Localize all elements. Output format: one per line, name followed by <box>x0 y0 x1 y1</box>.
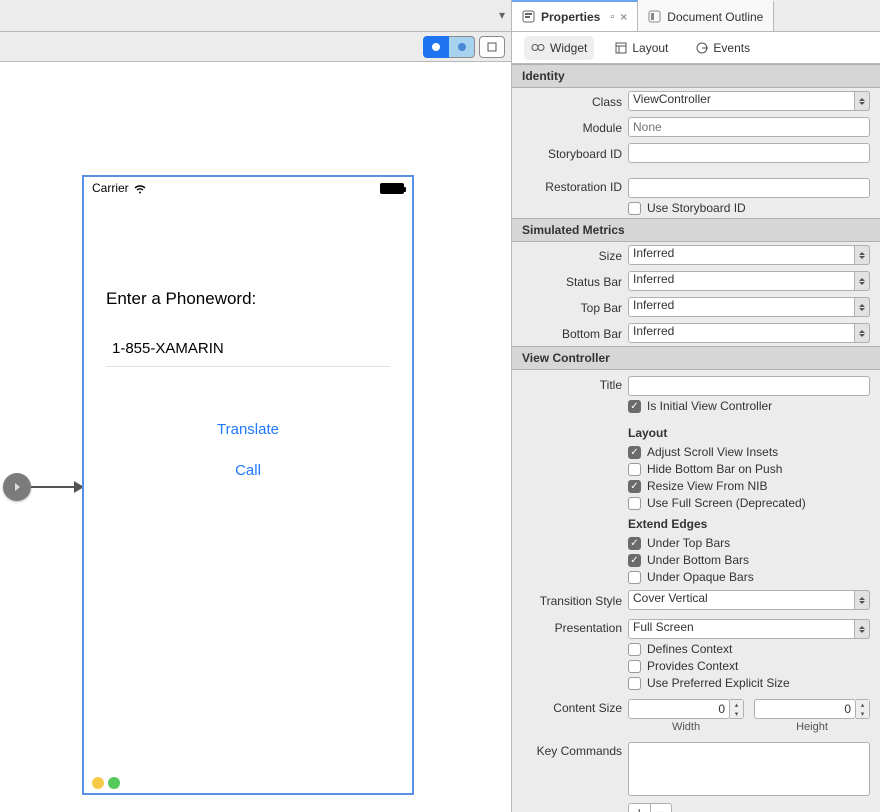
wifi-icon <box>133 183 147 194</box>
height-stepper[interactable]: ▴▾ <box>754 699 870 719</box>
tab-properties[interactable]: Properties ▫ × <box>512 0 638 31</box>
chevron-updown-icon[interactable] <box>854 91 870 111</box>
under-bottom-checkbox[interactable] <box>628 554 641 567</box>
pin-icon[interactable]: ▫ <box>610 11 614 23</box>
device-frame[interactable]: Carrier Enter a Phoneword: 1-855-XAMARIN… <box>82 175 414 795</box>
canvas-body[interactable]: Carrier Enter a Phoneword: 1-855-XAMARIN… <box>0 62 511 812</box>
outline-icon <box>648 10 661 23</box>
chevron-updown-icon[interactable] <box>854 245 870 265</box>
restoration-id-field[interactable] <box>628 178 870 198</box>
transition-select[interactable]: Cover Vertical <box>628 590 870 610</box>
under-top-checkbox[interactable] <box>628 537 641 550</box>
remove-button[interactable]: − <box>651 804 672 812</box>
canvas-dropdown-icon[interactable]: ▾ <box>499 8 505 22</box>
close-tab-icon[interactable]: × <box>620 10 627 24</box>
toggle-bounds-button[interactable] <box>479 36 505 58</box>
battery-icon <box>380 183 404 194</box>
inspector-tabbar: Properties ▫ × Document Outline <box>512 0 880 32</box>
layout-icon <box>615 42 627 54</box>
key-commands-add-remove: +− <box>628 803 672 812</box>
entry-arrow <box>31 486 78 488</box>
phoneword-label: Enter a Phoneword: <box>106 289 412 309</box>
hide-bottom-checkbox[interactable] <box>628 463 641 476</box>
chevron-updown-icon[interactable] <box>854 271 870 291</box>
add-dot-icon[interactable] <box>108 777 120 789</box>
widget-icon <box>531 42 545 53</box>
call-button[interactable]: Call <box>84 462 412 479</box>
width-stepper[interactable]: ▴▾ <box>628 699 744 719</box>
topbar-select[interactable]: Inferred <box>628 297 870 317</box>
carrier-text: Carrier <box>92 181 129 195</box>
constraint-mode-segment[interactable] <box>423 36 475 58</box>
tab-document-outline[interactable]: Document Outline <box>638 0 774 31</box>
class-select[interactable]: ViewController <box>628 91 870 111</box>
subtab-layout[interactable]: Layout <box>608 36 675 60</box>
section-viewcontroller: View Controller <box>512 346 880 370</box>
size-select[interactable]: Inferred <box>628 245 870 265</box>
defines-context-checkbox[interactable] <box>628 643 641 656</box>
provides-context-checkbox[interactable] <box>628 660 641 673</box>
vc-title-field[interactable] <box>628 376 870 396</box>
device-footer-icons <box>92 777 120 789</box>
presentation-select[interactable]: Full Screen <box>628 619 870 639</box>
chevron-updown-icon[interactable] <box>854 619 870 639</box>
statusbar-select[interactable]: Inferred <box>628 271 870 291</box>
properties-icon <box>522 10 535 23</box>
add-button[interactable]: + <box>629 804 651 812</box>
section-metrics: Simulated Metrics <box>512 218 880 242</box>
section-identity: Identity <box>512 64 880 88</box>
use-storyboard-id-checkbox[interactable] <box>628 202 641 215</box>
canvas-top-bar: ▾ <box>0 0 511 32</box>
under-opaque-checkbox[interactable] <box>628 571 641 584</box>
inspector-panel: Properties ▫ × Document Outline Widget L… <box>512 0 880 812</box>
initial-vc-checkbox[interactable] <box>628 400 641 413</box>
canvas-toolbar <box>0 32 511 62</box>
translate-button[interactable]: Translate <box>84 421 412 438</box>
key-commands-list[interactable] <box>628 742 870 796</box>
warning-dot-icon[interactable] <box>92 777 104 789</box>
bottombar-select[interactable]: Inferred <box>628 323 870 343</box>
module-field[interactable] <box>628 117 870 137</box>
storyboard-entry-point[interactable] <box>3 473 31 501</box>
property-subtabs: Widget Layout Events <box>512 32 880 64</box>
status-bar: Carrier <box>84 177 412 199</box>
chevron-updown-icon[interactable] <box>854 323 870 343</box>
chevron-updown-icon[interactable] <box>854 590 870 610</box>
chevron-updown-icon[interactable] <box>854 297 870 317</box>
adjust-insets-checkbox[interactable] <box>628 446 641 459</box>
events-icon <box>696 42 708 54</box>
constraint-mode-preview[interactable] <box>449 36 475 58</box>
properties-scroll[interactable]: Identity Class ViewController Module Sto… <box>512 64 880 812</box>
storyboard-id-field[interactable] <box>628 143 870 163</box>
phoneword-input[interactable]: 1-855-XAMARIN <box>106 331 390 367</box>
resize-nib-checkbox[interactable] <box>628 480 641 493</box>
subtab-widget[interactable]: Widget <box>524 36 594 60</box>
preferred-size-checkbox[interactable] <box>628 677 641 690</box>
constraint-mode-editing[interactable] <box>423 36 449 58</box>
subtab-events[interactable]: Events <box>689 36 757 60</box>
full-screen-checkbox[interactable] <box>628 497 641 510</box>
canvas-area: ▾ Carrie <box>0 0 512 812</box>
